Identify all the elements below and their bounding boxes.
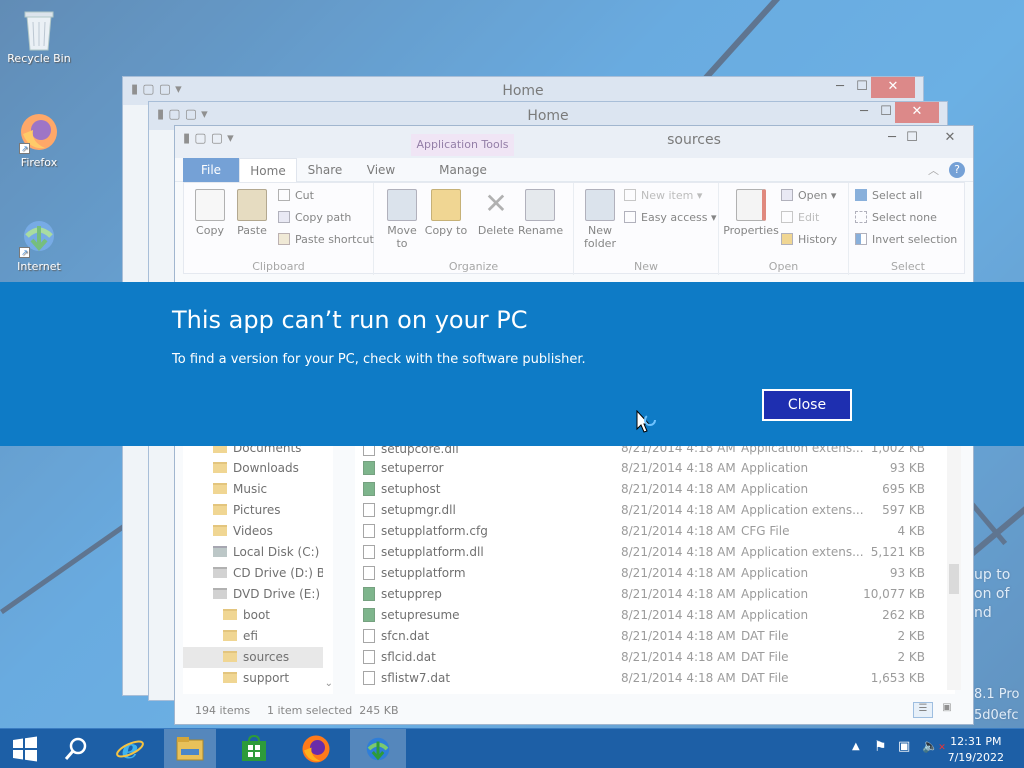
clock-date: 7/19/2022 xyxy=(947,751,1004,764)
file-explorer-taskbar-button[interactable] xyxy=(164,729,216,768)
search-button[interactable] xyxy=(50,729,102,768)
volume-muted-icon[interactable]: 🔈✕ xyxy=(922,739,946,754)
taskbar: e ▲ ⚑ ▣ 🔈✕ 12:31 PM 7/19/2022 xyxy=(0,728,1024,768)
start-button[interactable] xyxy=(0,729,50,768)
firefox-taskbar-button[interactable] xyxy=(290,729,342,768)
mouse-pointer-busy-icon xyxy=(636,410,656,433)
svg-text:e: e xyxy=(122,735,139,764)
system-tray: ▲ ⚑ ▣ 🔈✕ xyxy=(848,729,948,768)
internet-download-manager-taskbar-button[interactable] xyxy=(350,729,406,768)
firefox-icon xyxy=(302,735,330,763)
internet-explorer-taskbar-button[interactable]: e xyxy=(104,729,156,768)
desktop: Recycle Bin ↗ Firefox ↗ Internet up to o… xyxy=(0,0,1024,728)
app-blocked-dialog: This app can’t run on your PC To find a … xyxy=(0,282,1024,446)
dialog-title: This app can’t run on your PC xyxy=(172,306,528,334)
clock[interactable]: 12:31 PM 7/19/2022 xyxy=(948,734,1004,766)
search-icon xyxy=(64,737,87,760)
internet-download-icon xyxy=(366,737,390,761)
show-hidden-icons-icon[interactable]: ▲ xyxy=(852,741,860,752)
file-explorer-icon xyxy=(176,737,204,761)
dialog-message: To find a version for your PC, check wit… xyxy=(172,352,586,367)
action-center-flag-icon[interactable]: ⚑ xyxy=(874,739,887,755)
store-icon xyxy=(242,734,266,761)
close-dialog-button[interactable]: Close xyxy=(762,389,852,421)
network-icon[interactable]: ▣ xyxy=(898,739,910,754)
windows-logo-icon xyxy=(13,736,37,762)
store-taskbar-button[interactable] xyxy=(228,729,280,768)
clock-time: 12:31 PM xyxy=(950,735,1002,748)
internet-explorer-icon: e xyxy=(116,735,144,765)
